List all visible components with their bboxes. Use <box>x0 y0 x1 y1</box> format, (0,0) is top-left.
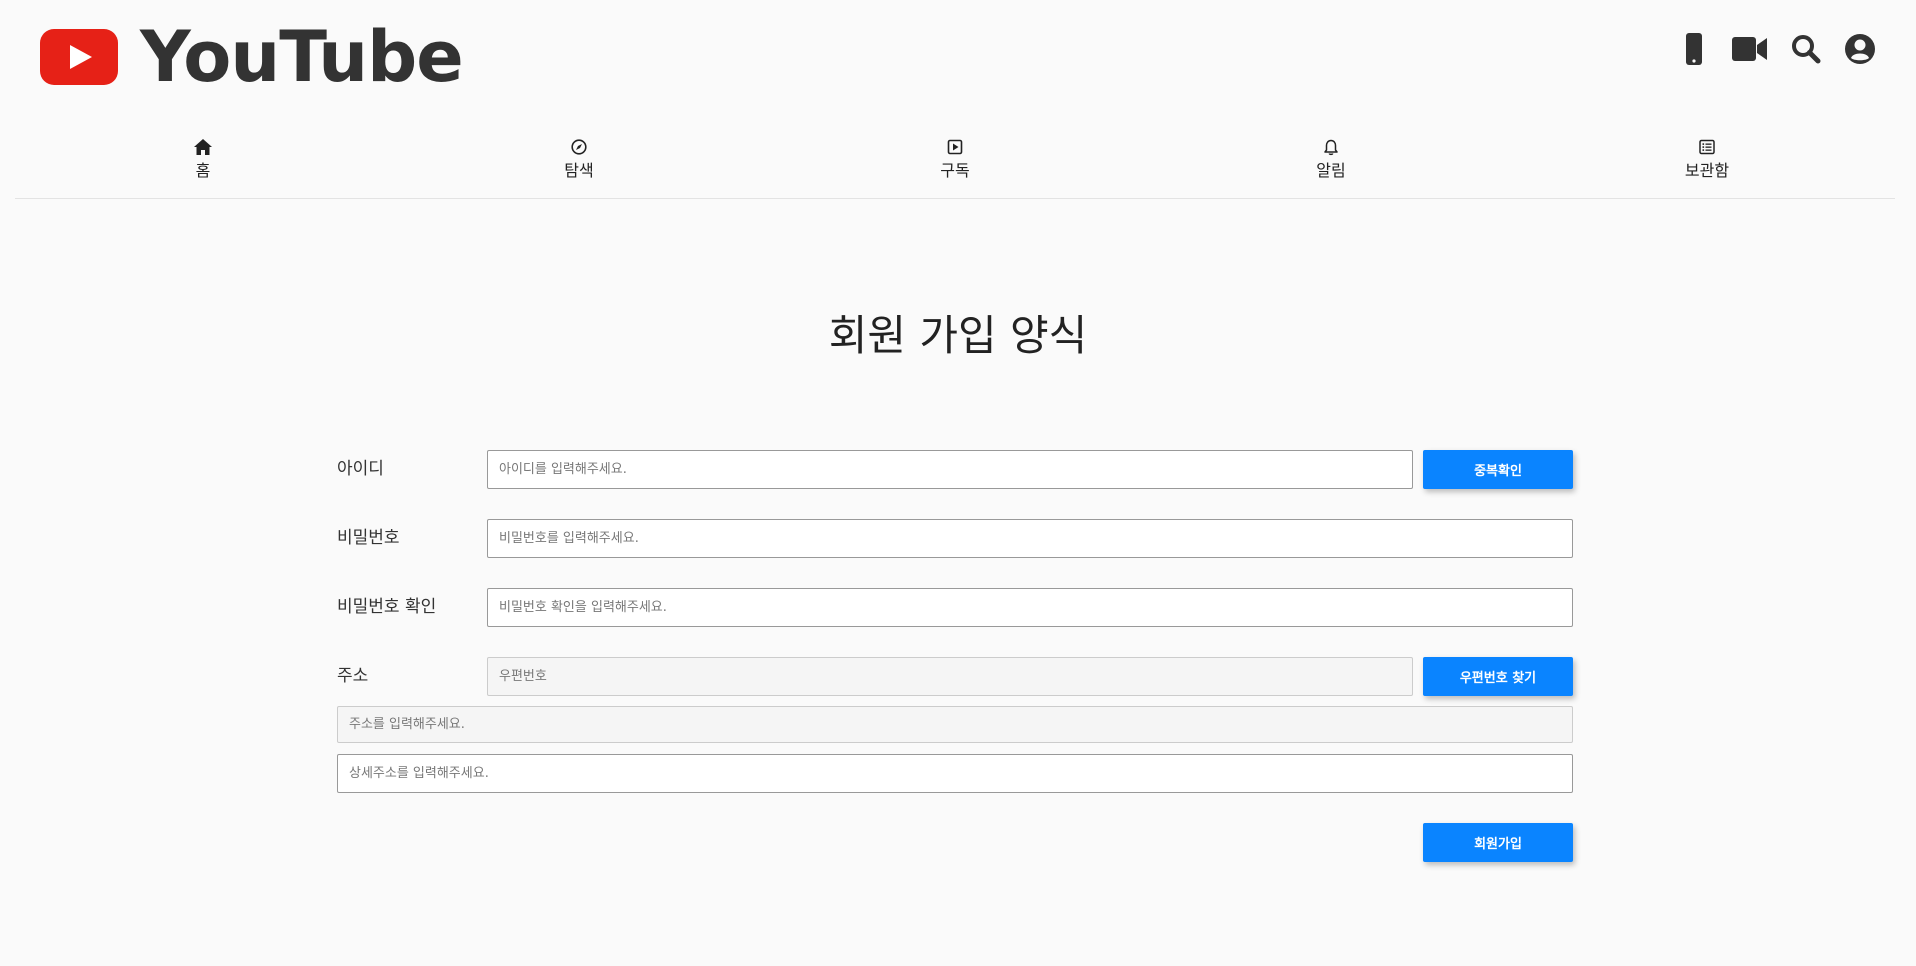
bell-icon <box>1322 138 1340 156</box>
nav-label-notifications: 알림 <box>1316 161 1346 180</box>
library-icon <box>1698 138 1716 156</box>
page-title: 회원 가입 양식 <box>828 311 1088 360</box>
duplicate-check-button[interactable]: 중복확인 <box>1423 450 1573 489</box>
youtube-logo[interactable]: YouTube <box>40 16 464 98</box>
password-row: 비밀번호 <box>337 519 1573 558</box>
address-row: 주소 우편번호 찾기 <box>337 657 1573 696</box>
id-input[interactable] <box>487 450 1413 489</box>
submit-row: 회원가입 <box>337 823 1573 862</box>
password-confirm-row: 비밀번호 확인 <box>337 588 1573 627</box>
id-label: 아이디 <box>337 459 384 479</box>
nav-item-notifications[interactable]: 알림 <box>1143 130 1519 198</box>
video-camera-icon[interactable] <box>1732 33 1768 65</box>
nav-item-subscriptions[interactable]: 구독 <box>767 130 1143 198</box>
password-label: 비밀번호 <box>337 528 400 548</box>
nav-label-library: 보관함 <box>1684 161 1730 180</box>
nav-label-home: 홈 <box>195 161 211 180</box>
logo-text: YouTube <box>140 16 464 98</box>
youtube-play-icon <box>40 29 118 85</box>
nav-item-library[interactable]: 보관함 <box>1519 130 1895 198</box>
id-row: 아이디 중복확인 <box>337 450 1573 489</box>
search-icon[interactable] <box>1790 33 1822 65</box>
nav-item-explore[interactable]: 탐색 <box>391 130 767 198</box>
address-input-row <box>337 706 1573 744</box>
address-detail-input[interactable] <box>337 754 1573 793</box>
nav-item-home[interactable]: 홈 <box>15 130 391 198</box>
compass-icon <box>570 138 588 156</box>
subscriptions-icon <box>946 138 964 156</box>
nav-bar: 홈 탐색 구독 알림 보관함 <box>15 130 1895 199</box>
address-label: 주소 <box>337 666 369 686</box>
signup-submit-button[interactable]: 회원가입 <box>1423 823 1573 862</box>
zip-search-button[interactable]: 우편번호 찾기 <box>1423 657 1573 696</box>
zip-code-input[interactable] <box>487 657 1413 696</box>
home-icon <box>194 138 212 156</box>
account-icon[interactable] <box>1844 33 1876 65</box>
password-confirm-label: 비밀번호 확인 <box>337 597 437 617</box>
password-input[interactable] <box>487 519 1573 558</box>
nav-label-subscriptions: 구독 <box>940 161 970 180</box>
nav-label-explore: 탐색 <box>564 161 594 180</box>
address-detail-row <box>337 754 1573 793</box>
password-confirm-input[interactable] <box>487 588 1573 627</box>
address-input[interactable] <box>337 706 1573 743</box>
header: YouTube 홈 탐색 구독 알림 보관함 <box>0 0 1916 199</box>
header-icons <box>1678 33 1876 65</box>
mobile-icon[interactable] <box>1678 33 1710 65</box>
